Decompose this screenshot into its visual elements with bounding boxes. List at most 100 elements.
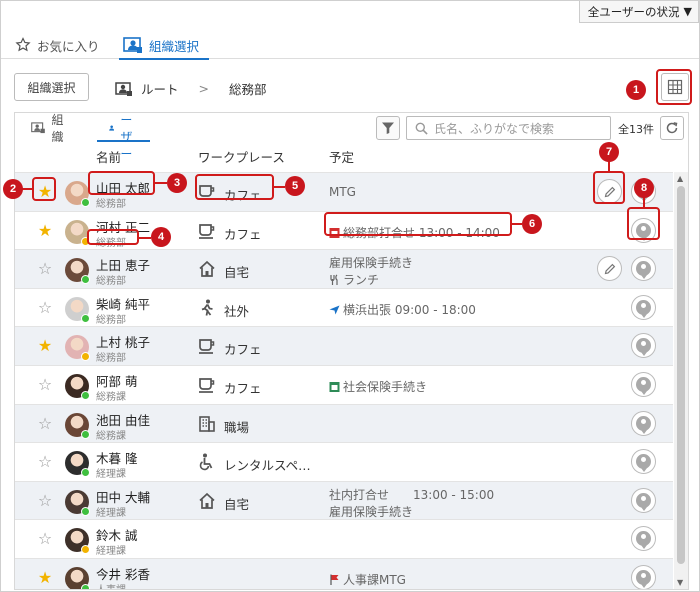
presence-dot bbox=[81, 506, 90, 516]
table-row[interactable]: ☆ 阿部 萌総務課 カフェ 社会保険手続き bbox=[15, 364, 673, 404]
user-dept: 経理課 bbox=[96, 546, 126, 558]
user-dept: 経理課 bbox=[96, 507, 126, 519]
user-dept: 総務部 bbox=[96, 353, 126, 365]
schedule-item[interactable]: 雇用保険手続き bbox=[329, 503, 413, 520]
red-flag-icon bbox=[330, 574, 339, 585]
search-placeholder: 氏名、ふりがなで検索 bbox=[434, 121, 555, 136]
user-dept: 経理課 bbox=[96, 469, 126, 481]
table-row[interactable]: ☆ 鈴木 誠経理課 bbox=[15, 519, 673, 558]
user-dept: 総務課 bbox=[96, 391, 126, 403]
presence-dot bbox=[81, 583, 90, 589]
breadcrumb: ルート > 総務部 bbox=[115, 79, 267, 98]
tab-org-select-label: 組織選択 bbox=[149, 38, 200, 54]
annotation-badge-6: 6 bbox=[522, 214, 542, 234]
building-icon bbox=[199, 415, 215, 432]
star-outline-icon[interactable]: ☆ bbox=[37, 261, 53, 277]
scroll-up-icon[interactable]: ▲ bbox=[677, 174, 683, 183]
schedule-text: 雇用保険手続き bbox=[329, 504, 414, 519]
org-icon bbox=[31, 122, 45, 134]
schedule-text: 社会保険手続き bbox=[343, 379, 428, 394]
star-filled-icon[interactable]: ★ bbox=[37, 569, 53, 586]
result-count: 全13件 bbox=[618, 123, 654, 136]
tab-org-label: 組織 bbox=[51, 113, 64, 144]
presence-dot bbox=[81, 390, 90, 400]
presence-dot bbox=[81, 429, 90, 439]
star-filled-icon[interactable]: ★ bbox=[37, 338, 53, 354]
tab-org[interactable]: 組織 bbox=[31, 113, 69, 144]
table-row[interactable]: ☆ 池田 由佳 総務課 職場 bbox=[15, 403, 673, 443]
cup-icon bbox=[199, 223, 215, 239]
message-button[interactable] bbox=[631, 371, 656, 397]
workplace-label: 自宅 bbox=[224, 496, 250, 512]
breadcrumb-root[interactable]: ルート bbox=[141, 79, 179, 98]
message-button[interactable] bbox=[631, 294, 656, 320]
message-button[interactable] bbox=[631, 410, 656, 436]
edit-button[interactable] bbox=[597, 256, 622, 282]
scrollbar-thumb[interactable] bbox=[677, 186, 685, 564]
table-row[interactable]: ☆ 柴崎 純平 総務部 社外 横浜出張 09:00 - 18:00 bbox=[15, 287, 673, 327]
breadcrumb-separator: > bbox=[198, 81, 209, 96]
dropdown-arrow-icon: ▼ bbox=[683, 5, 692, 18]
star-outline-icon[interactable]: ☆ bbox=[37, 376, 53, 393]
schedule-item[interactable]: 雇用保険手続き bbox=[329, 254, 413, 271]
annotation-badge-1: 1 bbox=[626, 80, 646, 100]
table-row[interactable]: ☆ 田中 大輔 経理課 自宅 社内打合せ 13:00 - 15:00 雇用保険手続き bbox=[15, 480, 673, 520]
star-outline-icon[interactable]: ☆ bbox=[37, 299, 53, 316]
message-button[interactable] bbox=[631, 487, 656, 513]
schedule-item[interactable]: 人事課MTG bbox=[329, 571, 406, 588]
message-button[interactable] bbox=[631, 564, 656, 589]
table-row[interactable]: ★今井 彩香人事課人事課MTG bbox=[15, 557, 673, 589]
star-filled-icon[interactable]: ★ bbox=[37, 222, 53, 239]
annotation-leader-5 bbox=[274, 186, 285, 188]
presence-dot bbox=[81, 198, 90, 207]
table-row[interactable]: ☆ 木暮 隆経理課 レンタルスペ… bbox=[15, 442, 673, 481]
presence-dot bbox=[81, 545, 90, 555]
schedule-item[interactable]: ランチ bbox=[329, 271, 379, 288]
message-button[interactable] bbox=[631, 449, 656, 475]
user-dept: 総務部 bbox=[96, 199, 126, 210]
chat-bubble-icon bbox=[636, 531, 651, 550]
wheelchair-icon bbox=[199, 453, 213, 471]
presence-dot bbox=[81, 468, 90, 478]
table-row[interactable]: ☆ 上田 恵子 総務部 自宅 雇用保険手続き ランチ bbox=[15, 249, 673, 288]
schedule-item[interactable]: 社内打合せ 13:00 - 15:00 bbox=[329, 486, 494, 503]
schedule-item[interactable]: 横浜出張 09:00 - 18:00 bbox=[329, 301, 476, 318]
schedule-item[interactable]: 社会保険手続き bbox=[329, 378, 427, 395]
status-button-label: 全ユーザーの状況 bbox=[587, 4, 680, 19]
star-outline-icon bbox=[15, 37, 31, 52]
star-outline-icon[interactable]: ☆ bbox=[37, 415, 53, 432]
column-header-schedule: 予定 bbox=[329, 150, 355, 165]
message-button[interactable] bbox=[631, 256, 656, 282]
tab-org-select[interactable]: 組織選択 bbox=[118, 31, 210, 60]
schedule-item[interactable]: MTG bbox=[329, 185, 356, 199]
org-select-button[interactable]: 組織選択 bbox=[14, 73, 89, 101]
annotation-highlight-2 bbox=[32, 177, 56, 201]
chat-bubble-icon bbox=[636, 492, 651, 511]
scroll-down-icon[interactable]: ▼ bbox=[677, 578, 683, 587]
message-button[interactable] bbox=[631, 333, 656, 359]
star-outline-icon[interactable]: ☆ bbox=[37, 531, 53, 547]
chat-bubble-icon bbox=[636, 569, 651, 588]
user-dept: 総務部 bbox=[96, 276, 126, 288]
tab-user[interactable]: ユーザー bbox=[96, 113, 151, 161]
scrollbar[interactable]: ▲ ▼ bbox=[674, 172, 688, 589]
message-button[interactable] bbox=[631, 526, 656, 552]
tab-favorites-label: お気に入り bbox=[37, 38, 100, 54]
column-header-name: 名前 bbox=[96, 150, 122, 165]
star-outline-icon[interactable]: ☆ bbox=[37, 454, 53, 470]
walking-icon bbox=[201, 299, 213, 316]
star-outline-icon[interactable]: ☆ bbox=[37, 492, 53, 509]
annotation-highlight-5 bbox=[195, 174, 274, 200]
refresh-button[interactable] bbox=[660, 116, 684, 140]
pencil-icon bbox=[604, 263, 615, 274]
cup-icon bbox=[199, 339, 215, 355]
workplace-label: カフェ bbox=[224, 226, 262, 242]
annotation-highlight-8 bbox=[627, 207, 660, 240]
workplace-label: カフェ bbox=[224, 342, 262, 358]
table-row[interactable]: ★ 上村 桃子 総務部 カフェ bbox=[15, 326, 673, 365]
tab-user-label: ユーザー bbox=[120, 113, 133, 161]
search-input[interactable]: 氏名、ふりがなで検索 bbox=[406, 116, 611, 140]
all-users-status-button[interactable]: 全ユーザーの状況 ▼ bbox=[578, 1, 699, 23]
tab-favorites[interactable]: お気に入り bbox=[15, 31, 100, 59]
filter-button[interactable] bbox=[376, 116, 400, 140]
